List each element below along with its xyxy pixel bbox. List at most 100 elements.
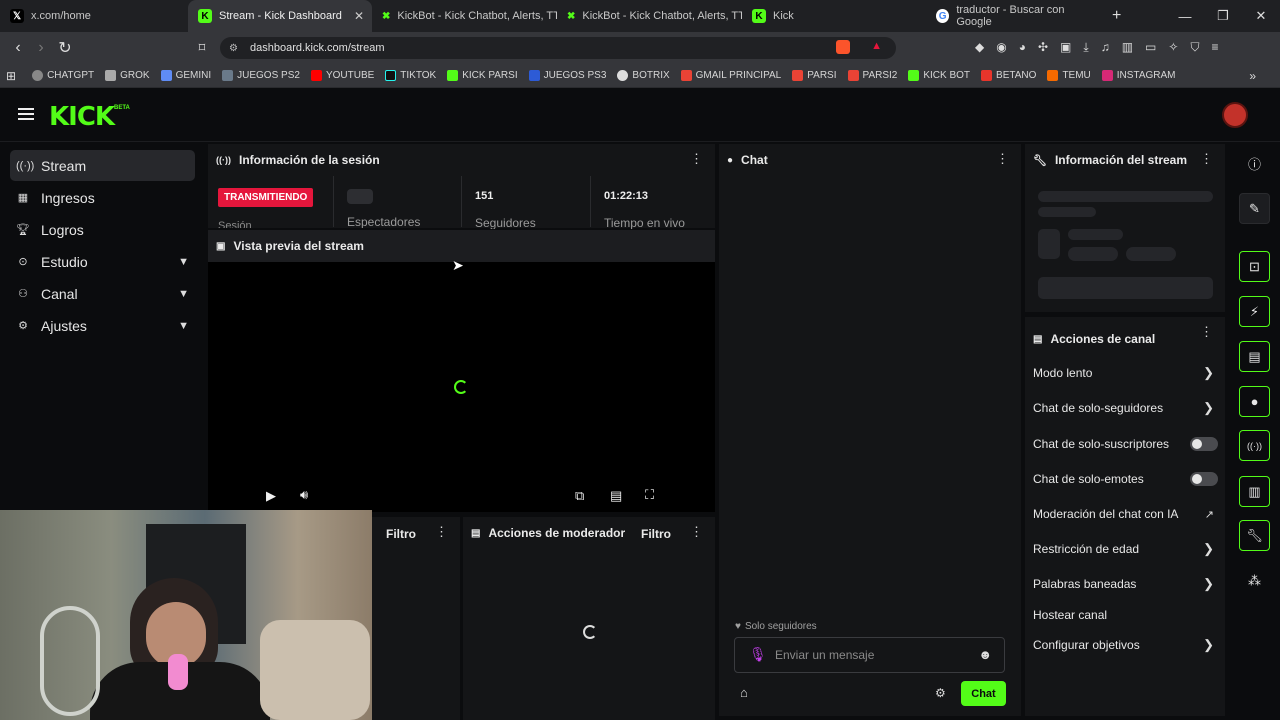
minimize-icon[interactable]: — [1166, 0, 1204, 32]
more-options-icon[interactable]: ⋮ [996, 152, 1009, 165]
bookmark-item[interactable]: PARSI [792, 70, 837, 81]
chat-input-box[interactable]: 🎙︎ ☻ [734, 637, 1005, 673]
wrench-icon[interactable]: 🔧︎ [1239, 520, 1270, 551]
bookmark-item[interactable]: CHATGPT [32, 70, 94, 81]
bookmark-item[interactable]: BETANO [981, 70, 1036, 81]
subscribers-only-toggle[interactable] [1190, 437, 1218, 451]
edit-icon[interactable]: ✎ [1239, 193, 1270, 224]
menu-icon[interactable]: ≡ [1211, 40, 1218, 55]
bookmark-item[interactable]: TEMU [1047, 70, 1091, 81]
tab-kickbot-1[interactable]: ✖ KickBot - Kick Chatbot, Alerts, TTS [372, 0, 557, 32]
maximize-icon[interactable]: ❐ [1204, 0, 1242, 32]
site-info-icon[interactable]: ⚙ [229, 43, 238, 54]
bookmark-item[interactable]: KICK BOT [908, 70, 970, 81]
vpn-icon[interactable]: ⛉ [1190, 40, 1199, 55]
chat-message-input[interactable] [775, 648, 965, 662]
broadcast-icon: ((·)) [216, 155, 231, 165]
live-time-value: 01:22:13 [604, 190, 649, 202]
broadcast-icon[interactable]: ((·)) [1239, 430, 1270, 461]
extension-icon[interactable]: ◉ [996, 40, 1006, 55]
more-options-icon[interactable]: ⋮ [1200, 325, 1213, 338]
gear-icon[interactable]: ⚙ [935, 686, 946, 700]
chat-bubble-icon[interactable]: ● [1239, 386, 1270, 417]
sidebar-toggle-icon[interactable]: ▥ [1122, 40, 1133, 55]
action-age-restriction[interactable]: Restricción de edad ❯ [1033, 539, 1218, 559]
close-tab-icon[interactable]: ✕ [354, 9, 364, 23]
action-configure-goals[interactable]: Configurar objetivos ❯ [1033, 635, 1218, 655]
info-icon[interactable]: ⓘ [1239, 148, 1270, 179]
bookmark-item[interactable]: GEMINI [160, 70, 211, 81]
puzzle-icon[interactable]: ✣ [1038, 40, 1048, 55]
action-host-channel[interactable]: Hostear canal [1033, 605, 1218, 625]
bookmark-item[interactable]: GROK [105, 70, 150, 81]
music-icon[interactable]: ♫ [1101, 40, 1110, 55]
action-followers-only-chat[interactable]: Chat de solo-seguidores ❯ [1033, 398, 1218, 418]
back-icon[interactable]: ‹ [6, 36, 30, 60]
play-icon[interactable]: ▶ [266, 488, 276, 504]
wallet-icon[interactable]: ▭ [1145, 40, 1156, 55]
extension-icon[interactable]: ◆ [975, 40, 984, 55]
store-icon[interactable]: ⌂ [740, 685, 748, 700]
document-icon[interactable]: ▤ [1239, 341, 1270, 372]
forward-icon[interactable]: › [29, 36, 53, 60]
stream-preview-player[interactable]: ▶ 🔊︎ ⧉ ▤ ⛶ ➤ [208, 257, 715, 512]
sidebar-item-canal[interactable]: ⚇ Canal ▼ [10, 278, 195, 309]
bookmark-item[interactable]: GMAIL PRINCIPAL [680, 70, 781, 81]
filter-button[interactable]: Filtro [386, 527, 416, 541]
tab-kick[interactable]: K Kick [742, 0, 926, 32]
volume-icon[interactable]: 🔊︎ [300, 487, 308, 503]
brave-rewards-icon[interactable]: ▲ [871, 40, 882, 52]
more-bookmarks-icon[interactable]: » [1249, 69, 1256, 83]
bookmark-item[interactable]: JUEGOS PS3 [528, 70, 606, 81]
brave-shield-icon[interactable] [836, 40, 850, 54]
extension-icon[interactable]: ▣ [1060, 40, 1071, 55]
kick-logo[interactable]: KICK [49, 104, 115, 130]
url-field[interactable]: ⚙ dashboard.kick.com/stream ▲ [220, 37, 896, 59]
action-banned-words[interactable]: Palabras baneadas ❯ [1033, 574, 1218, 594]
layout-icon[interactable]: ▥ [1239, 476, 1270, 507]
ai-icon[interactable]: ✧ [1168, 40, 1178, 55]
close-window-icon[interactable]: ✕ [1242, 0, 1280, 32]
tab-kickbot-2[interactable]: ✖ KickBot - Kick Chatbot, Alerts, TTS [557, 0, 742, 32]
more-options-icon[interactable]: ⋮ [690, 152, 703, 165]
apps-grid-icon[interactable]: ⊞ [6, 69, 16, 83]
emotes-only-toggle[interactable] [1190, 472, 1218, 486]
more-options-icon[interactable]: ⋮ [1200, 152, 1213, 165]
picture-in-picture-icon[interactable]: ⧉ [575, 488, 584, 504]
sidebar-item-stream[interactable]: ((·)) Stream [10, 150, 195, 181]
action-slow-mode[interactable]: Modo lento ❯ [1033, 363, 1218, 383]
sidebar-item-ingresos[interactable]: ▦ Ingresos [10, 182, 195, 213]
sidebar-item-logros[interactable]: 🏆︎ Logros [10, 214, 195, 245]
bookmark-item[interactable]: JUEGOS PS2 [222, 70, 300, 81]
sidebar-item-estudio[interactable]: ⊙ Estudio ▼ [10, 246, 195, 277]
new-tab-icon[interactable]: + [1112, 7, 1121, 25]
lightning-icon[interactable]: ⚡︎ [1239, 296, 1270, 327]
user-avatar[interactable] [1222, 102, 1248, 128]
reload-icon[interactable]: ↻ [53, 36, 77, 60]
fullscreen-icon[interactable]: ⛶ [645, 487, 654, 503]
tab-google[interactable]: G traductor - Buscar con Google [926, 0, 1106, 32]
tab-x[interactable]: 𝕏 x.com/home [0, 0, 188, 32]
bookmark-icon[interactable]: ⌑ [190, 36, 214, 60]
bookmark-item[interactable]: KICK PARSI [447, 70, 518, 81]
screenshot-icon[interactable]: ⊡ [1239, 251, 1270, 282]
theater-mode-icon[interactable]: ▤ [610, 488, 622, 504]
bookmark-item[interactable]: TIKTOK [385, 70, 436, 81]
more-options-icon[interactable]: ⋮ [435, 525, 448, 538]
action-ai-moderation[interactable]: Moderación del chat con IA ↗ [1033, 504, 1218, 524]
bookmark-item[interactable]: PARSI2 [847, 70, 897, 81]
emote-icon[interactable]: ☻ [978, 647, 992, 662]
chat-send-button[interactable]: Chat [961, 681, 1006, 706]
bookmark-item[interactable]: YOUTUBE [310, 70, 374, 81]
connections-icon[interactable]: ⁂ [1239, 565, 1270, 596]
more-options-icon[interactable]: ⋮ [690, 525, 703, 538]
download-icon[interactable]: ⤓ [1083, 40, 1088, 55]
bookmark-item[interactable]: INSTAGRAM [1101, 70, 1176, 81]
bookmark-item[interactable]: BOTRIX [617, 70, 670, 81]
tab-kick-dashboard[interactable]: K Stream - Kick Dashboard ✕ [188, 0, 372, 32]
extension-icon[interactable]: ◕ [1019, 40, 1026, 55]
microphone-icon[interactable]: 🎙︎ [749, 646, 767, 663]
hamburger-menu-icon[interactable] [18, 108, 34, 120]
sidebar-item-ajustes[interactable]: ⚙ Ajustes ▼ [10, 310, 195, 341]
filter-button[interactable]: Filtro [641, 527, 671, 541]
